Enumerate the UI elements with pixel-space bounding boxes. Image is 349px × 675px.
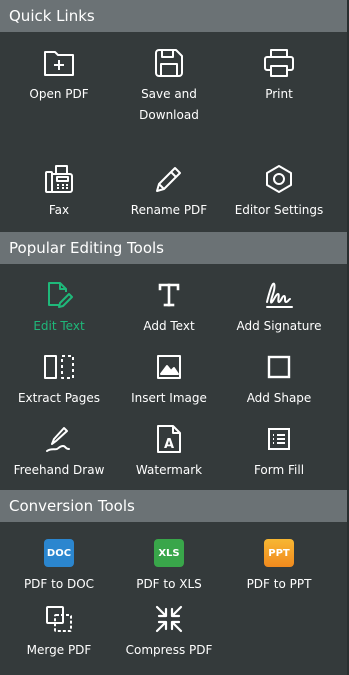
section-header-conversion-tools: Conversion Tools [0,490,347,522]
save-and-download-label: Save and Download [139,87,199,122]
printer-icon [262,46,296,80]
freehand-draw-label: Freehand Draw [13,463,105,477]
pdf-to-xls-button[interactable]: XLS PDF to XLS [114,536,224,596]
pdf-to-doc-button[interactable]: DOC PDF to DOC [4,536,114,596]
compress-icon [152,602,186,636]
pdf-to-doc-label: PDF to DOC [23,577,95,591]
quick-links-row-1: Open PDF Save and Download Print [0,32,347,154]
doc-badge: DOC [44,539,74,567]
image-icon [152,350,186,384]
watermark-button[interactable]: A Watermark [114,422,224,490]
folder-plus-icon [42,46,76,80]
open-pdf-label: Open PDF [29,87,89,101]
rename-pdf-button[interactable]: Rename PDF [114,162,224,232]
ppt-badge-icon: PPT [262,536,296,570]
fax-icon [42,162,76,196]
fax-button[interactable]: Fax [4,162,114,232]
watermark-icon: A [152,422,186,456]
save-and-download-button[interactable]: Save and Download [114,46,224,154]
xls-badge-icon: XLS [152,536,186,570]
popular-tools-row-3: Freehand Draw A Watermark Form Fill [0,416,347,490]
pencil-icon [152,162,186,196]
pdf-to-xls-label: PDF to XLS [136,577,202,591]
form-fill-button[interactable]: Form Fill [224,422,334,490]
rename-pdf-label: Rename PDF [130,203,208,217]
add-shape-label: Add Shape [246,391,312,405]
signature-icon [262,278,296,312]
add-signature-label: Add Signature [236,319,322,333]
svg-text:A: A [164,437,174,452]
add-shape-button[interactable]: Add Shape [224,350,334,416]
merge-pdf-button[interactable]: Merge PDF [4,602,114,668]
add-text-button[interactable]: Add Text [114,278,224,340]
quick-links-row-2: Fax Rename PDF Editor Settings [0,154,347,232]
form-fill-label: Form Fill [253,463,305,477]
fax-label: Fax [48,203,70,217]
pdf-to-ppt-button[interactable]: PPT PDF to PPT [224,536,334,596]
compress-pdf-button[interactable]: Compress PDF [114,602,224,668]
conversion-tools-row-1: DOC PDF to DOC XLS PDF to XLS PPT PDF to… [0,522,347,596]
section-header-quick-links: Quick Links [0,0,347,32]
editor-settings-label: Editor Settings [234,203,324,217]
popular-tools-row-2: Extract Pages Insert Image Add Shape [0,340,347,416]
editor-settings-button[interactable]: Editor Settings [224,162,334,232]
form-list-icon [262,422,296,456]
insert-image-button[interactable]: Insert Image [114,350,224,416]
hexagon-settings-icon [262,162,296,196]
compress-pdf-label: Compress PDF [125,643,213,657]
square-icon [262,350,296,384]
conversion-tools-row-2: Merge PDF Compress PDF [0,596,347,668]
tools-panel: Quick Links Open PDF Save and Download P… [0,0,349,675]
section-header-popular-editing-tools: Popular Editing Tools [0,232,347,264]
popular-tools-row-1: Edit Text Add Text Add Signature [0,264,347,340]
open-pdf-button[interactable]: Open PDF [4,46,114,154]
edit-document-icon [42,278,76,312]
watermark-label: Watermark [135,463,203,477]
floppy-disk-icon [152,46,186,80]
merge-pdf-label: Merge PDF [26,643,92,657]
pen-draw-icon [42,422,76,456]
insert-image-label: Insert Image [131,391,207,405]
text-t-icon [152,278,186,312]
edit-text-button[interactable]: Edit Text [4,278,114,340]
edit-text-label: Edit Text [33,319,85,333]
pdf-to-ppt-label: PDF to PPT [246,577,312,591]
add-text-label: Add Text [143,319,195,333]
ppt-badge: PPT [264,539,294,567]
extract-pages-label: Extract Pages [17,391,101,405]
add-signature-button[interactable]: Add Signature [224,278,334,340]
merge-icon [42,602,76,636]
extract-pages-button[interactable]: Extract Pages [4,350,114,416]
print-label: Print [265,87,293,101]
xls-badge: XLS [154,539,184,567]
freehand-draw-button[interactable]: Freehand Draw [4,422,114,490]
print-button[interactable]: Print [224,46,334,154]
doc-badge-icon: DOC [42,536,76,570]
extract-pages-icon [42,350,76,384]
